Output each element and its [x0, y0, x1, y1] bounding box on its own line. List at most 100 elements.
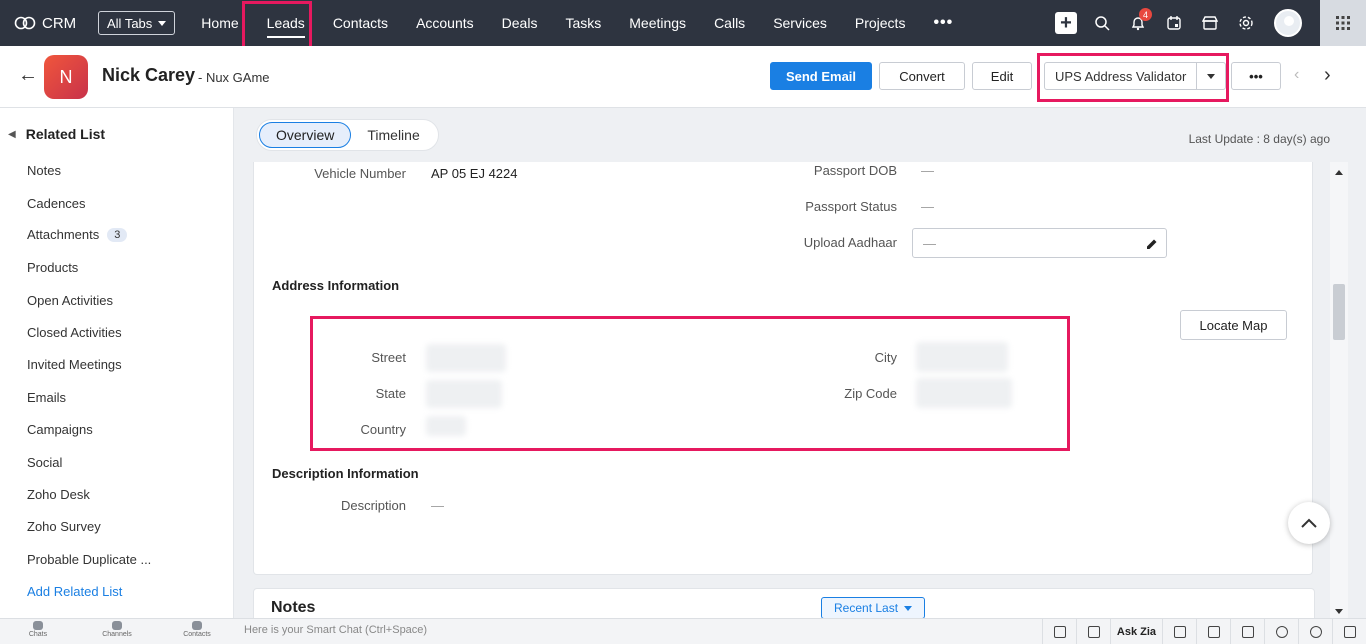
sidebar-item-closed-activities[interactable]: Closed Activities: [27, 325, 122, 340]
user-avatar[interactable]: [1274, 9, 1302, 37]
previous-record-icon[interactable]: ‹: [1294, 66, 1299, 84]
crm-brand[interactable]: CRM: [14, 15, 84, 32]
bottom-tools: Ask Zia: [1042, 619, 1366, 644]
passport-dob-label: Passport DOB: [813, 163, 897, 178]
sidebar-item-label: Probable Duplicate ...: [27, 552, 152, 567]
address-information-heading: Address Information: [272, 278, 400, 293]
description-value[interactable]: —: [431, 498, 444, 513]
add-related-list-label: Add Related List: [27, 584, 123, 599]
quick-create-button[interactable]: +: [1048, 0, 1084, 46]
passport-status-value[interactable]: —: [921, 199, 934, 214]
announcement-button[interactable]: [1076, 619, 1110, 644]
sidebar-item-emails[interactable]: Emails: [27, 390, 66, 405]
nav-tab-tasks[interactable]: Tasks: [551, 0, 615, 46]
reminder-button[interactable]: [1264, 619, 1298, 644]
calendar-button[interactable]: [1156, 0, 1192, 46]
ask-zia-button[interactable]: Ask Zia: [1110, 619, 1162, 644]
vehicle-number-value[interactable]: AP 05 EJ 4224: [431, 166, 518, 181]
next-record-icon[interactable]: ›: [1324, 64, 1331, 87]
validator-dropdown-toggle[interactable]: [1197, 63, 1225, 89]
store-icon: [1202, 16, 1218, 30]
sidebar-item-attachments[interactable]: Attachments 3: [27, 227, 128, 242]
nav-tab-label: Calls: [714, 15, 746, 31]
scroll-up-arrow-icon[interactable]: [1335, 170, 1343, 175]
sidebar-item-label: Products: [27, 260, 79, 275]
chat-icon: [33, 621, 43, 630]
nav-tab-calls[interactable]: Calls: [700, 0, 759, 46]
nav-tab-home[interactable]: Home: [187, 0, 252, 46]
nav-tab-services[interactable]: Services: [759, 0, 841, 46]
convert-button[interactable]: Convert: [879, 62, 965, 90]
description-label: Description: [340, 498, 406, 513]
sidebar-item-probable-duplicate[interactable]: Probable Duplicate ...: [27, 552, 151, 567]
all-tabs-dropdown[interactable]: All Tabs: [98, 11, 176, 35]
all-tabs-label: All Tabs: [107, 15, 153, 31]
pencil-icon[interactable]: [1146, 238, 1158, 250]
screen-share-button[interactable]: [1042, 619, 1076, 644]
more-actions-button[interactable]: •••: [1231, 62, 1281, 90]
tab-overview[interactable]: Overview: [259, 122, 352, 148]
nav-tab-leads[interactable]: Leads: [253, 0, 319, 46]
zip-code-label: Zip Code: [844, 386, 897, 401]
channels-button[interactable]: Channels: [87, 621, 147, 638]
nav-tab-projects[interactable]: Projects: [841, 0, 920, 46]
nav-tab-contacts[interactable]: Contacts: [319, 0, 402, 46]
sidebar-item-open-activities[interactable]: Open Activities: [27, 293, 113, 308]
zia-icon: [1241, 626, 1254, 638]
chats-label: Chats: [28, 631, 48, 638]
app-launcher-button[interactable]: [1320, 0, 1366, 46]
country-label: Country: [360, 422, 406, 437]
call-button[interactable]: [1196, 619, 1230, 644]
record-company: - Nux GAme: [198, 70, 270, 85]
sidebar-item-label: Notes: [27, 163, 61, 178]
record-name: Nick Carey: [102, 65, 196, 85]
back-arrow-icon[interactable]: ←: [18, 64, 38, 87]
channels-icon: [112, 621, 122, 630]
sidebar-item-zoho-desk[interactable]: Zoho Desk: [27, 487, 90, 502]
nav-tab-deals[interactable]: Deals: [488, 0, 552, 46]
chats-button[interactable]: Chats: [8, 621, 68, 638]
scroll-down-arrow-icon[interactable]: [1335, 609, 1343, 614]
search-button[interactable]: [1084, 0, 1120, 46]
notes-sort-dropdown[interactable]: Recent Last: [821, 597, 926, 619]
feedback-button[interactable]: [1162, 619, 1196, 644]
zia-translate-button[interactable]: [1230, 619, 1264, 644]
sidebar-item-social[interactable]: Social: [27, 455, 62, 470]
sidebar-item-cadences[interactable]: Cadences: [27, 196, 86, 211]
settings-button[interactable]: [1228, 0, 1264, 46]
edit-button[interactable]: Edit: [972, 62, 1032, 90]
top-navigation-bar: CRM All Tabs Home Leads Contacts Account…: [0, 0, 1366, 46]
nav-tab-meetings[interactable]: Meetings: [615, 0, 700, 46]
notifications-button[interactable]: 4: [1120, 0, 1156, 46]
collapse-sidebar-icon[interactable]: ◀: [8, 129, 16, 140]
passport-dob-value[interactable]: —: [921, 163, 934, 178]
sidebar-item-invited-meetings[interactable]: Invited Meetings: [27, 357, 122, 372]
smart-chat-input[interactable]: Here is your Smart Chat (Ctrl+Space): [244, 624, 427, 636]
nav-tab-accounts[interactable]: Accounts: [402, 0, 488, 46]
upload-aadhaar-field[interactable]: —: [912, 228, 1167, 258]
marketplace-button[interactable]: [1192, 0, 1228, 46]
scrollbar-thumb[interactable]: [1333, 284, 1345, 340]
send-email-button[interactable]: Send Email: [770, 62, 872, 90]
ups-address-validator-button[interactable]: UPS Address Validator: [1044, 62, 1227, 90]
history-button[interactable]: [1298, 619, 1332, 644]
sidebar-item-label: Social: [27, 455, 63, 470]
locate-map-button[interactable]: Locate Map: [1180, 310, 1287, 340]
tab-timeline[interactable]: Timeline: [351, 122, 435, 148]
sidebar-item-notes[interactable]: Notes: [27, 163, 61, 178]
country-value-redacted: [426, 416, 466, 436]
sidebar-item-products[interactable]: Products: [27, 260, 78, 275]
scroll-to-top-button[interactable]: [1288, 502, 1330, 544]
gear-icon: [1239, 16, 1253, 30]
contacts-button[interactable]: Contacts: [167, 621, 227, 638]
nav-more-button[interactable]: •••: [919, 0, 967, 46]
record-details-card: Vehicle Number AP 05 EJ 4224 Passport DO…: [253, 162, 1313, 575]
add-related-list-link[interactable]: Add Related List: [27, 584, 122, 599]
content-scrollbar[interactable]: [1330, 162, 1348, 618]
sidebar-item-campaigns[interactable]: Campaigns: [27, 422, 93, 437]
sidebar-item-zoho-survey[interactable]: Zoho Survey: [27, 519, 101, 534]
city-value-redacted: [916, 342, 1008, 372]
notes-tool-button[interactable]: [1332, 619, 1366, 644]
alarm-clock-icon: [1275, 626, 1288, 638]
related-list-header[interactable]: ◀ Related List: [8, 126, 105, 142]
